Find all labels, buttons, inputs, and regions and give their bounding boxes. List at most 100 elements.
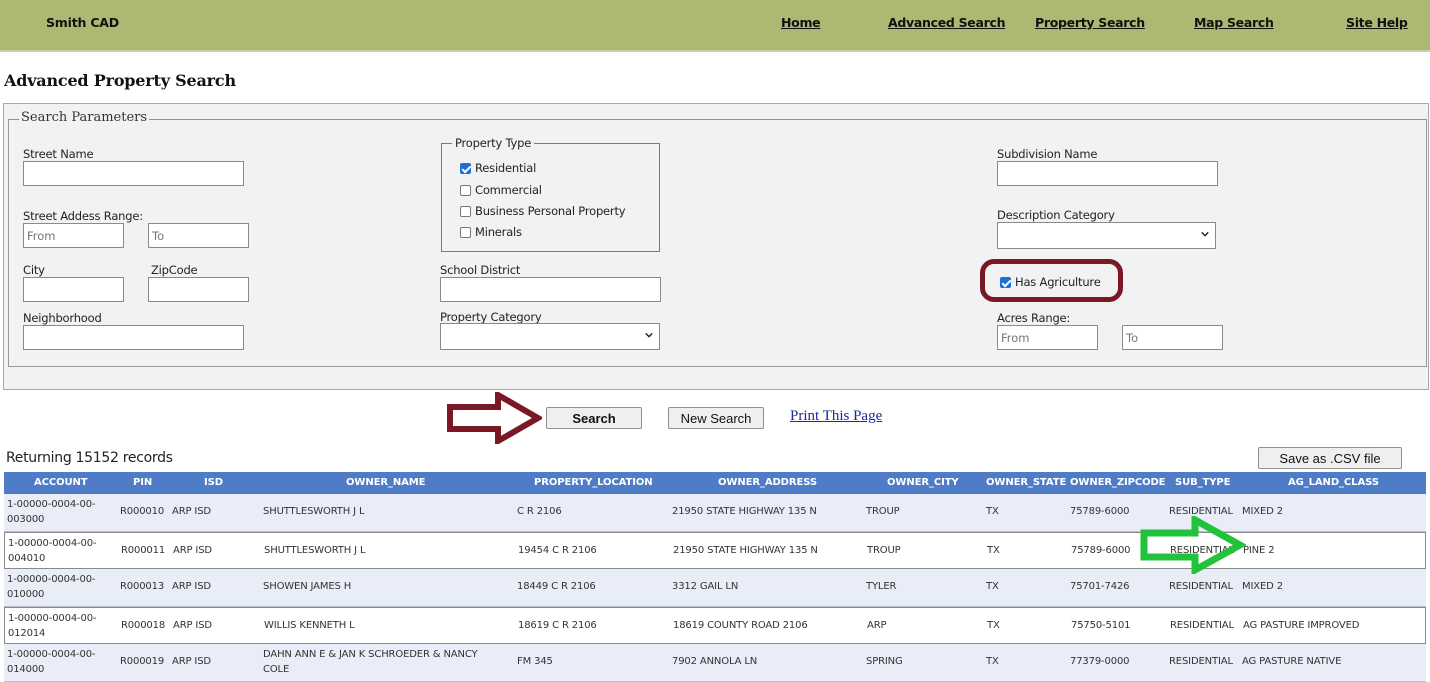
residential-checkbox[interactable] xyxy=(460,162,471,174)
minerals-checkbox[interactable] xyxy=(460,226,471,238)
cell-isd: ARP ISD xyxy=(172,656,211,667)
cell-owner-state: TX xyxy=(987,544,1000,556)
col-header-isd[interactable]: ISD xyxy=(204,477,223,488)
school-district-label: School District xyxy=(440,263,521,277)
col-header-account[interactable]: ACCOUNT xyxy=(34,477,88,488)
col-header-owner-city[interactable]: OWNER_CITY xyxy=(887,477,959,488)
street-address-range-label: Street Addess Range: xyxy=(23,209,143,223)
table-row[interactable]: 1-00000-0004-00- 014000 R000019 ARP ISD DAHN… xyxy=(4,644,1426,682)
nav-link-property-search[interactable]: Property Search xyxy=(1035,15,1145,30)
property-type-residential[interactable]: Residential xyxy=(460,161,536,175)
table-row[interactable]: 1-00000-0004-00- 010000 R000013 ARP ISD SHOW… xyxy=(4,569,1426,607)
nav-link-advanced-search[interactable]: Advanced Search xyxy=(888,15,1005,30)
new-search-button[interactable]: New Search xyxy=(668,407,764,429)
cell-owner-state: TX xyxy=(986,581,999,592)
neighborhood-input[interactable] xyxy=(23,325,244,350)
cell-account: 1-00000-0004-00- 004010 xyxy=(8,537,97,564)
school-district-input[interactable] xyxy=(440,277,661,302)
table-row[interactable]: 1-00000-0004-00- 012014 R000018 ARP ISD WILL… xyxy=(4,606,1426,644)
cell-owner-zipcode: 75701-7426 xyxy=(1070,581,1130,592)
cell-owner-city: TYLER xyxy=(866,581,897,592)
site-brand: Smith CAD xyxy=(46,15,119,30)
property-type-fieldset: Property Type Residential Commercial Bus… xyxy=(441,136,660,252)
cell-ag-land-class: PINE 2 xyxy=(1243,544,1275,556)
has-agriculture-option[interactable]: Has Agriculture xyxy=(1000,275,1101,289)
cell-pin: R000011 xyxy=(121,544,166,556)
cell-owner-name: SHUTTLESWORTH J L xyxy=(264,544,366,556)
chevron-down-icon xyxy=(1201,231,1209,237)
cell-owner-name: SHUTTLESWORTH J L xyxy=(263,506,365,517)
cell-sub-type: RESIDENTIAL xyxy=(1170,544,1234,556)
cell-isd: ARP ISD xyxy=(173,544,212,556)
search-pointer-arrow-icon xyxy=(447,392,542,444)
col-header-owner-zipcode[interactable]: OWNER_ZIPCODE xyxy=(1070,477,1166,488)
col-header-pin[interactable]: PIN xyxy=(133,477,152,488)
street-address-from-input[interactable] xyxy=(23,223,124,248)
save-csv-button[interactable]: Save as .CSV file xyxy=(1258,447,1402,469)
street-address-to-input[interactable] xyxy=(148,223,249,248)
cell-owner-address: 21950 STATE HIGHWAY 135 N xyxy=(673,544,818,556)
table-row[interactable]: 1-00000-0004-00- 003000 R000010 ARP ISD SHUT… xyxy=(4,494,1426,532)
zipcode-label: ZipCode xyxy=(151,263,198,277)
description-category-select[interactable] xyxy=(997,222,1216,249)
search-parameters-legend: Search Parameters xyxy=(19,110,150,125)
col-header-owner-state[interactable]: OWNER_STATE xyxy=(986,477,1066,488)
table-row[interactable]: 1-00000-0004-00- 004010 R000011 ARP ISD SHUT… xyxy=(4,531,1426,569)
cell-property-location: 18449 C R 2106 xyxy=(517,581,596,592)
property-type-business-personal-property[interactable]: Business Personal Property xyxy=(460,204,626,218)
property-type-minerals[interactable]: Minerals xyxy=(460,225,522,239)
subdivision-name-label: Subdivision Name xyxy=(997,147,1098,161)
property-category-label: Property Category xyxy=(440,310,542,324)
cell-account: 1-00000-0004-00- 003000 xyxy=(7,499,96,525)
nav-link-map-search[interactable]: Map Search xyxy=(1194,15,1274,30)
cell-owner-city: ARP xyxy=(867,619,887,631)
cell-sub-type: RESIDENTIAL xyxy=(1169,581,1233,592)
cell-owner-city: TROUP xyxy=(866,506,900,517)
cell-pin: R000019 xyxy=(120,656,165,667)
chevron-down-icon xyxy=(645,332,653,338)
has-agriculture-checkbox[interactable] xyxy=(1000,276,1011,288)
commercial-label: Commercial xyxy=(475,183,542,197)
cell-property-location: C R 2106 xyxy=(517,506,562,517)
acres-to-input[interactable] xyxy=(1122,325,1223,350)
cell-sub-type: RESIDENTIAL xyxy=(1170,619,1234,631)
city-input[interactable] xyxy=(23,277,124,302)
commercial-checkbox[interactable] xyxy=(460,184,471,196)
col-header-sub-type[interactable]: SUB_TYPE xyxy=(1175,477,1230,488)
cell-owner-name: DAHN ANN E & JAN K SCHROEDER & NANCY COL… xyxy=(263,649,478,675)
property-type-legend: Property Type xyxy=(452,136,535,150)
property-type-commercial[interactable]: Commercial xyxy=(460,183,542,197)
cell-account: 1-00000-0004-00- 014000 xyxy=(7,649,96,675)
cell-owner-zipcode: 75789-6000 xyxy=(1071,544,1131,556)
property-category-select[interactable] xyxy=(440,323,660,350)
street-name-label: Street Name xyxy=(23,147,94,161)
cell-ag-land-class: MIXED 2 xyxy=(1242,506,1283,517)
cell-owner-state: TX xyxy=(986,506,999,517)
nav-link-home[interactable]: Home xyxy=(781,15,821,30)
cell-pin: R000018 xyxy=(121,619,166,631)
cell-owner-name: WILLIS KENNETH L xyxy=(264,619,355,631)
zipcode-input[interactable] xyxy=(148,277,249,302)
print-page-link[interactable]: Print This Page xyxy=(790,408,882,425)
col-header-property-location[interactable]: PROPERTY_LOCATION xyxy=(534,477,653,488)
search-button[interactable]: Search xyxy=(546,407,642,429)
subdivision-name-input[interactable] xyxy=(997,161,1218,186)
col-header-owner-address[interactable]: OWNER_ADDRESS xyxy=(718,477,817,488)
minerals-label: Minerals xyxy=(475,225,522,239)
business-personal-property-checkbox[interactable] xyxy=(460,205,471,217)
cell-ag-land-class: AG PASTURE IMPROVED xyxy=(1243,619,1360,631)
city-label: City xyxy=(23,263,45,277)
col-header-owner-name[interactable]: OWNER_NAME xyxy=(346,477,425,488)
cell-isd: ARP ISD xyxy=(172,506,211,517)
nav-link-site-help[interactable]: Site Help xyxy=(1346,15,1408,30)
cell-owner-state: TX xyxy=(987,619,1000,631)
cell-owner-zipcode: 75789-6000 xyxy=(1070,506,1130,517)
cell-owner-zipcode: 75750-5101 xyxy=(1071,619,1131,631)
cell-owner-state: TX xyxy=(986,656,999,667)
col-header-ag-land-class[interactable]: AG_LAND_CLASS xyxy=(1288,477,1379,488)
street-name-input[interactable] xyxy=(23,161,244,186)
table-body: 1-00000-0004-00- 003000 R000010 ARP ISD SHUT… xyxy=(4,494,1426,682)
cell-isd: ARP ISD xyxy=(173,619,212,631)
page-title: Advanced Property Search xyxy=(4,71,236,90)
acres-from-input[interactable] xyxy=(997,325,1098,350)
